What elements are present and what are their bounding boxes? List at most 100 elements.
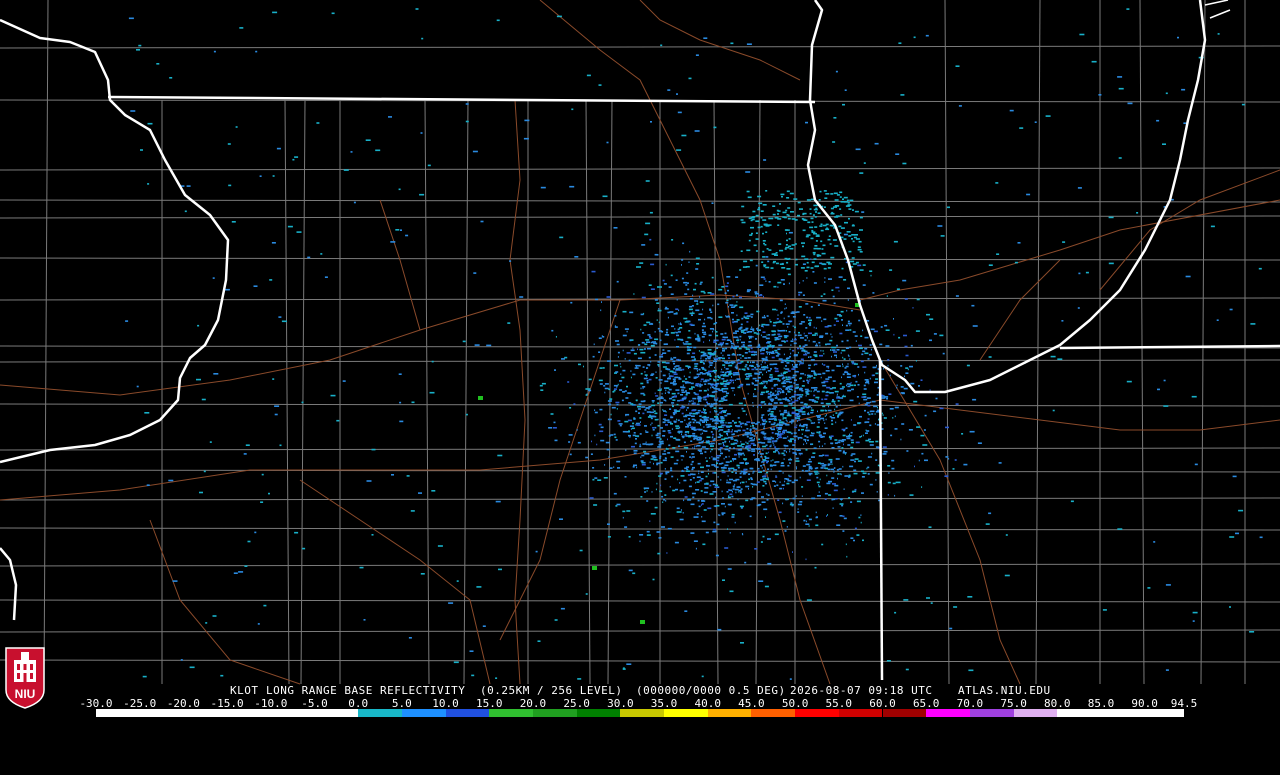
echo-pixel [594, 434, 596, 437]
echo-pixel [637, 435, 639, 438]
echo-pixel [762, 420, 765, 422]
radar-map[interactable] [0, 0, 1280, 720]
echo-pixel [766, 371, 767, 373]
echo-pixel [747, 449, 751, 452]
echo-pixel [699, 383, 701, 385]
echo-pixel [257, 623, 260, 625]
echo-pixel [856, 500, 861, 503]
echo-pixel [689, 298, 693, 300]
echo-pixel [128, 17, 134, 20]
echo-pixel [720, 479, 722, 481]
echo-pixel [696, 373, 701, 376]
echo-pixel [715, 428, 717, 431]
echo-pixel [803, 438, 806, 441]
echo-pixel [640, 382, 644, 385]
echo-pixel [814, 389, 817, 391]
echo-pixel [721, 286, 725, 288]
echo-pixel [736, 363, 738, 366]
echo-pixel [841, 376, 842, 379]
echo-pixel [777, 387, 781, 390]
echo-pixel [720, 417, 725, 419]
echo-pixel [862, 434, 864, 437]
echo-pixel [725, 421, 727, 424]
echo-pixel [757, 208, 761, 211]
echo-pixel [786, 340, 789, 342]
echo-pixel [755, 368, 759, 371]
echo-pixel [615, 505, 618, 507]
echo-pixel [852, 331, 856, 333]
echo-pixel [686, 414, 692, 416]
echo-pixel [822, 384, 827, 387]
echo-pixel [797, 397, 799, 400]
echo-pixel [662, 435, 666, 437]
echo-pixel [683, 499, 685, 502]
echo-pixel [689, 305, 693, 308]
echo-pixel [639, 534, 644, 536]
echo-pixel [672, 405, 674, 408]
echo-pixel [703, 491, 708, 494]
echo-pixel [798, 408, 803, 411]
echo-pixel [804, 374, 806, 376]
echo-pixel [748, 335, 753, 338]
echo-pixel [746, 442, 749, 445]
echo-pixel [715, 400, 717, 402]
echo-pixel [753, 332, 757, 334]
echo-pixel [699, 296, 701, 298]
echo-pixel [678, 432, 680, 434]
echo-pixel [723, 390, 727, 393]
echo-pixel [793, 382, 796, 384]
echo-pixel [718, 433, 721, 436]
echo-pixel [752, 427, 756, 429]
echo-pixel [707, 483, 709, 486]
echo-pixel [729, 304, 734, 306]
echo-pixel [798, 291, 803, 294]
echo-pixel [654, 299, 658, 301]
echo-pixel [650, 288, 655, 290]
echo-pixel [253, 285, 258, 287]
echo-pixel [754, 437, 755, 440]
echo-pixel [814, 473, 818, 475]
echo-pixel [670, 357, 672, 359]
echo-pixel [741, 341, 745, 344]
echo-pixel [690, 426, 694, 428]
echo-pixel [772, 205, 776, 207]
echo-pixel [471, 674, 475, 677]
echo-pixel [755, 338, 757, 340]
echo-pixel [709, 411, 711, 413]
echo-pixel [674, 541, 679, 544]
echo-pixel [556, 15, 562, 18]
echo-pixel [700, 360, 703, 362]
echo-pixel [831, 417, 836, 419]
echo-pixel [740, 470, 742, 473]
echo-pixel [146, 484, 150, 486]
echo-pixel [758, 373, 761, 375]
echo-pixel [743, 329, 748, 331]
echo-pixel [852, 490, 857, 493]
echo-pixel [746, 448, 749, 450]
echo-pixel [671, 428, 673, 430]
echo-pixel [785, 209, 788, 212]
echo-pixel [882, 446, 887, 448]
echo-pixel [647, 364, 651, 366]
echo-pixel [855, 441, 860, 444]
echo-pixel [645, 339, 650, 341]
echo-pixel [851, 361, 853, 363]
echo-pixel [762, 469, 765, 472]
echo-pixel [715, 466, 719, 468]
echo-pixel [769, 465, 773, 467]
echo-pixel [693, 540, 698, 542]
echo-pixel [657, 364, 660, 366]
echo-pixel [732, 318, 734, 321]
echo-pixel [864, 347, 868, 350]
echo-pixel [696, 444, 701, 447]
echo-pixel [717, 375, 720, 377]
echo-pixel [684, 431, 687, 433]
echo-pixel [726, 432, 728, 435]
echo-pixel [702, 331, 706, 334]
echo-pixel [688, 261, 690, 263]
echo-pixel [591, 440, 592, 443]
echo-pixel [865, 439, 870, 442]
echo-pixel [971, 304, 975, 307]
echo-pixel [904, 375, 905, 378]
echo-pixel [655, 488, 657, 491]
